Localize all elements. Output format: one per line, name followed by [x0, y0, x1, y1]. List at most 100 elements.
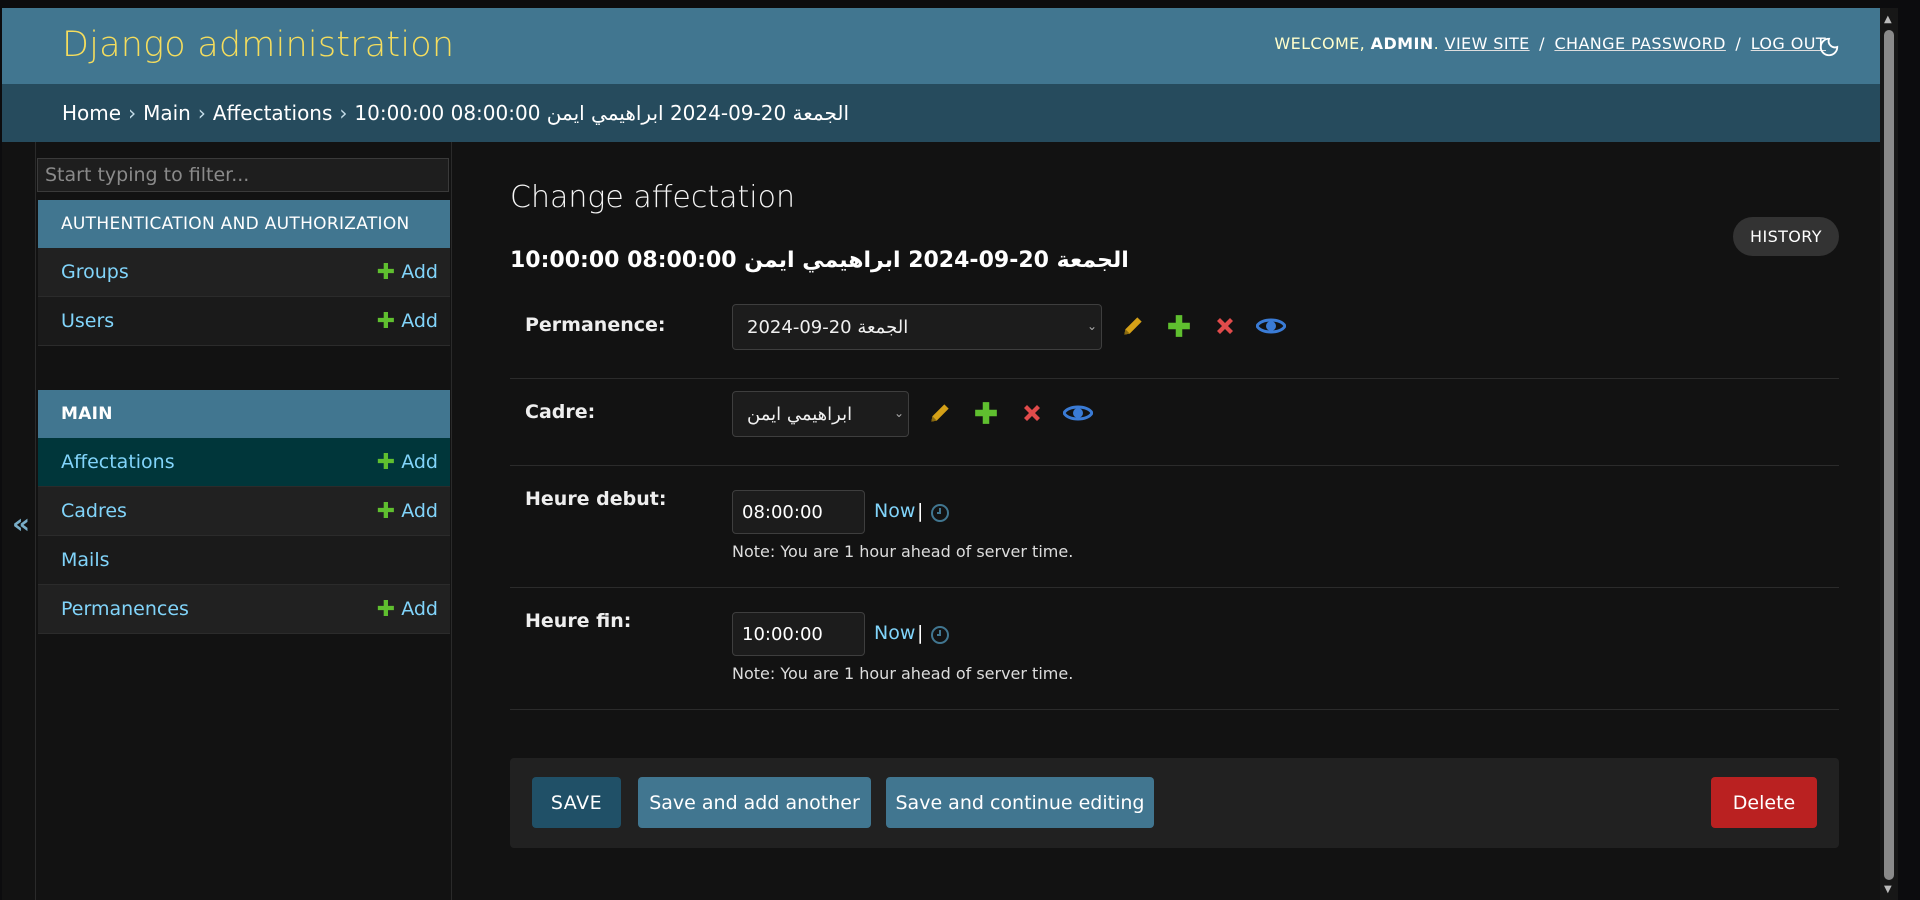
breadcrumb-current: الجمعة 20-09-2024 ابراهيمي ايمن 08:00:00… — [354, 101, 850, 125]
edit-cadre-pencil-icon[interactable] — [917, 397, 963, 429]
page-title: Change affectation — [510, 180, 795, 215]
pipe-separator: | — [917, 500, 924, 522]
breadcrumb-home[interactable]: Home — [62, 101, 121, 125]
cadre-label: Cadre: — [525, 401, 596, 423]
sidebar-item-cadres[interactable]: Cadres ✚ Add — [38, 487, 450, 536]
history-button[interactable]: HISTORY — [1733, 217, 1839, 256]
form-row-heure-fin: Heure fin: 10:00:00 Now | Note: You are … — [510, 588, 1839, 710]
nav-filter-input[interactable] — [37, 158, 449, 192]
sidebar-item-groups[interactable]: Groups ✚ Add — [38, 248, 450, 297]
add-groups-link[interactable]: ✚ Add — [377, 260, 438, 285]
chevron-down-icon: ⌄ — [893, 406, 904, 420]
sidebar-item-label[interactable]: Cadres — [61, 500, 127, 522]
module-caption-auth[interactable]: AUTHENTICATION AND AUTHORIZATION — [38, 200, 450, 248]
sidebar-item-permanences[interactable]: Permanences ✚ Add — [38, 585, 450, 634]
plus-icon: ✚ — [376, 308, 396, 334]
add-cadres-link[interactable]: ✚ Add — [377, 499, 438, 524]
theme-toggle-moon-icon[interactable] — [1818, 36, 1840, 58]
link-separator: / — [1539, 34, 1545, 53]
delete-cadre-x-icon[interactable] — [1009, 397, 1055, 429]
breadcrumb-separator: › — [339, 101, 348, 125]
log-out-link[interactable]: LOG OUT — [1751, 34, 1826, 53]
add-cadre-plus-icon[interactable] — [963, 397, 1009, 429]
sidebar-item-label[interactable]: Affectations — [61, 451, 175, 473]
add-label: Add — [401, 310, 438, 332]
breadcrumb: Home › Main › Affectations › الجمعة 20-0… — [2, 84, 1898, 142]
welcome-period: . — [1433, 34, 1440, 53]
form-row-cadre: Cadre: ابراهيمي ايمن ⌄ — [510, 379, 1839, 466]
module-caption-main[interactable]: MAIN — [38, 390, 450, 438]
plus-icon: ✚ — [376, 449, 396, 475]
scroll-down-arrow-icon[interactable]: ▼ — [1884, 884, 1892, 895]
cadre-select[interactable]: ابراهيمي ايمن ⌄ — [732, 391, 909, 437]
heure-debut-now-link[interactable]: Now — [874, 500, 915, 522]
user-tools: WELCOME, ADMIN. VIEW SITE / CHANGE PASSW… — [1274, 34, 1826, 53]
scroll-up-arrow-icon[interactable]: ▲ — [1884, 14, 1892, 25]
breadcrumb-separator: › — [197, 101, 206, 125]
sidebar-item-mails[interactable]: Mails — [38, 536, 450, 585]
view-permanence-eye-icon[interactable] — [1248, 310, 1294, 342]
chevrons-left-icon[interactable]: « — [12, 507, 30, 540]
page-scrollbar[interactable]: ▲ ▼ — [1880, 8, 1898, 900]
cadre-selected-value: ابراهيمي ايمن — [747, 403, 853, 425]
change-password-link[interactable]: CHANGE PASSWORD — [1554, 34, 1725, 53]
chevron-down-icon: ⌄ — [1086, 319, 1097, 333]
heure-fin-input[interactable]: 10:00:00 — [732, 612, 865, 656]
sidebar-item-affectations[interactable]: Affectations ✚ Add — [38, 438, 450, 487]
toggle-nav-sidebar[interactable]: « — [2, 142, 36, 900]
delete-button[interactable]: Delete — [1711, 777, 1817, 828]
sidebar-item-label[interactable]: Groups — [61, 261, 129, 283]
permanence-related-tools — [1110, 310, 1294, 342]
server-time-note: Note: You are 1 hour ahead of server tim… — [732, 542, 1074, 561]
view-site-link[interactable]: VIEW SITE — [1445, 34, 1530, 53]
edit-permanence-pencil-icon[interactable] — [1110, 310, 1156, 342]
server-time-note: Note: You are 1 hour ahead of server tim… — [732, 664, 1074, 683]
clock-icon[interactable] — [930, 625, 950, 645]
permanence-selected-value: الجمعة 20-09-2024 — [747, 316, 909, 338]
add-label: Add — [401, 261, 438, 283]
form-row-heure-debut: Heure debut: 08:00:00 Now | Note: You ar… — [510, 466, 1839, 588]
view-cadre-eye-icon[interactable] — [1055, 397, 1101, 429]
scrollbar-thumb[interactable] — [1884, 30, 1894, 880]
breadcrumb-main[interactable]: Main — [143, 101, 191, 125]
delete-permanence-x-icon[interactable] — [1202, 310, 1248, 342]
breadcrumb-separator: › — [128, 101, 137, 125]
add-label: Add — [401, 500, 438, 522]
permanence-select[interactable]: الجمعة 20-09-2024 ⌄ — [732, 304, 1102, 350]
site-brand[interactable]: Django administration — [62, 25, 454, 65]
plus-icon: ✚ — [376, 596, 396, 622]
heure-debut-input[interactable]: 08:00:00 — [732, 490, 865, 534]
header: Django administration WELCOME, ADMIN. VI… — [2, 8, 1898, 84]
add-permanence-plus-icon[interactable] — [1156, 310, 1202, 342]
add-label: Add — [401, 598, 438, 620]
sidebar-item-label[interactable]: Permanences — [61, 598, 189, 620]
plus-icon: ✚ — [376, 498, 396, 524]
pipe-separator: | — [917, 622, 924, 644]
browser-window: Django administration WELCOME, ADMIN. VI… — [2, 8, 1898, 900]
add-label: Add — [401, 451, 438, 473]
form-row-permanence: Permanence: الجمعة 20-09-2024 ⌄ — [510, 292, 1839, 379]
heure-fin-label: Heure fin: — [525, 610, 632, 632]
heure-fin-now-link[interactable]: Now — [874, 622, 915, 644]
sidebar-item-users[interactable]: Users ✚ Add — [38, 297, 450, 346]
save-and-add-another-button[interactable]: Save and add another — [638, 777, 871, 828]
add-permanences-link[interactable]: ✚ Add — [377, 597, 438, 622]
username: ADMIN — [1370, 34, 1434, 53]
cadre-related-tools — [917, 397, 1101, 429]
breadcrumb-affectations[interactable]: Affectations — [213, 101, 333, 125]
save-and-continue-button[interactable]: Save and continue editing — [886, 777, 1154, 828]
clock-icon[interactable] — [930, 503, 950, 523]
add-users-link[interactable]: ✚ Add — [377, 309, 438, 334]
sidebar-item-label[interactable]: Mails — [61, 549, 110, 571]
object-title: الجمعة 20-09-2024 ابراهيمي ايمن 08:00:00… — [510, 248, 1129, 273]
heure-debut-label: Heure debut: — [525, 488, 667, 510]
link-separator: / — [1735, 34, 1742, 53]
permanence-label: Permanence: — [525, 314, 666, 336]
submit-row: SAVE Save and add another Save and conti… — [510, 758, 1839, 848]
save-button[interactable]: SAVE — [532, 777, 621, 828]
welcome-text: WELCOME, — [1274, 34, 1366, 53]
add-affectations-link[interactable]: ✚ Add — [377, 450, 438, 475]
sidebar: AUTHENTICATION AND AUTHORIZATION Groups … — [36, 142, 452, 900]
sidebar-item-label[interactable]: Users — [61, 310, 114, 332]
plus-icon: ✚ — [376, 259, 396, 285]
